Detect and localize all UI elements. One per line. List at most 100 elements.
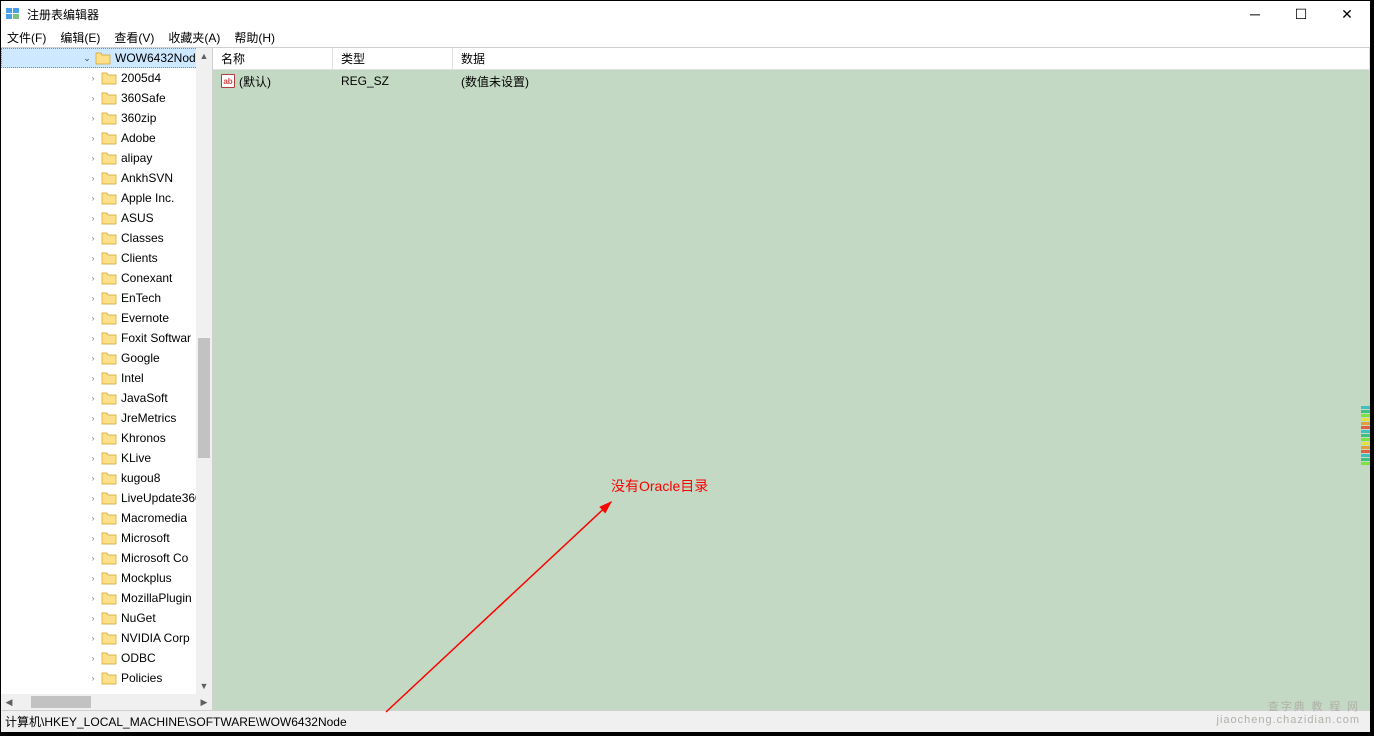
maximize-button[interactable]: ☐ [1278,1,1324,27]
tree-item[interactable]: ›Evernote [1,308,212,328]
folder-icon [101,191,117,205]
folder-icon [101,511,117,525]
tree-item[interactable]: ›Adobe [1,128,212,148]
tree-item[interactable]: ›Khronos [1,428,212,448]
column-type[interactable]: 类型 [333,48,453,69]
tree-item[interactable]: ›Apple Inc. [1,188,212,208]
column-data[interactable]: 数据 [453,48,1370,69]
chevron-right-icon[interactable]: › [87,613,99,623]
chevron-right-icon[interactable]: › [87,293,99,303]
chevron-right-icon[interactable]: › [87,233,99,243]
tree-item[interactable]: ›Microsoft Co [1,548,212,568]
chevron-right-icon[interactable]: › [87,113,99,123]
scroll-up-icon[interactable]: ▲ [196,48,212,64]
scroll-thumb[interactable] [198,338,210,458]
chevron-right-icon[interactable]: › [87,253,99,263]
folder-icon [101,611,117,625]
tree-item[interactable]: › 2005d4 [1,68,212,88]
chevron-right-icon[interactable]: › [87,93,99,103]
menu-favorites[interactable]: 收藏夹(A) [168,29,220,46]
chevron-right-icon[interactable]: › [87,473,99,483]
minimize-button[interactable]: ─ [1232,1,1278,27]
tree-item[interactable]: ›360Safe [1,88,212,108]
tree-item[interactable]: ›Google [1,348,212,368]
tree-item-label: NVIDIA Corp [121,631,190,645]
chevron-right-icon[interactable]: › [87,433,99,443]
chevron-right-icon[interactable]: › [87,513,99,523]
folder-icon [101,591,117,605]
menu-help[interactable]: 帮助(H) [234,29,275,46]
tree-item[interactable]: ›NuGet [1,608,212,628]
chevron-right-icon[interactable]: › [87,353,99,363]
tree-item-label: 2005d4 [121,71,161,85]
chevron-right-icon[interactable]: › [87,673,99,683]
tree-vertical-scrollbar[interactable]: ▲ ▼ [196,48,212,694]
chevron-right-icon[interactable]: › [87,213,99,223]
tree-item[interactable]: ›Clients [1,248,212,268]
tree-item[interactable]: ›ODBC [1,648,212,668]
tree-item[interactable]: ›Conexant [1,268,212,288]
chevron-right-icon[interactable]: › [87,553,99,563]
chevron-right-icon[interactable]: › [87,313,99,323]
tree-item[interactable]: ›JavaSoft [1,388,212,408]
tree-item-root[interactable]: ⌄ WOW6432Node [1,48,212,68]
chevron-right-icon[interactable]: › [87,493,99,503]
tree-item[interactable]: › Classes [1,228,212,248]
menu-edit[interactable]: 编辑(E) [60,29,100,46]
chevron-right-icon[interactable]: › [87,373,99,383]
column-name[interactable]: 名称 [213,48,333,69]
tree-item[interactable]: › Mockplus [1,568,212,588]
chevron-down-icon[interactable]: ⌄ [81,53,93,64]
tree-item[interactable]: ›Foxit Softwar [1,328,212,348]
list-row[interactable]: ab (默认) REG_SZ (数值未设置) [213,70,1370,92]
tree-item[interactable]: ›Intel [1,368,212,388]
tree-body[interactable]: ⌄ WOW6432Node › 2005d4 ›360Safe›360zip›Ado… [1,48,212,694]
chevron-right-icon[interactable]: › [87,193,99,203]
chevron-right-icon[interactable]: › [87,653,99,663]
scroll-down-icon[interactable]: ▼ [196,678,212,694]
tree-item[interactable]: ›360zip [1,108,212,128]
chevron-right-icon[interactable]: › [87,533,99,543]
chevron-right-icon[interactable]: › [87,573,99,583]
chevron-right-icon[interactable]: › [87,273,99,283]
tree-item[interactable]: ›MozillaPlugin [1,588,212,608]
folder-icon [101,391,117,405]
tree-item[interactable]: ›Policies [1,668,212,688]
close-button[interactable]: ✕ [1324,1,1370,27]
tree-horizontal-scrollbar[interactable]: ◀ ▶ [1,694,212,710]
chevron-right-icon[interactable]: › [87,333,99,343]
scroll-left-icon[interactable]: ◀ [1,694,17,710]
menu-file[interactable]: 文件(F) [7,29,46,46]
menu-view[interactable]: 查看(V) [114,29,154,46]
tree-item[interactable]: ›LiveUpdate360 [1,488,212,508]
tree-item[interactable]: ›kugou8 [1,468,212,488]
chevron-right-icon[interactable]: › [87,73,99,83]
tree-item[interactable]: › Macromedia [1,508,212,528]
chevron-right-icon[interactable]: › [87,633,99,643]
tree-item[interactable]: ›AnkhSVN [1,168,212,188]
folder-icon [101,451,117,465]
tree-item[interactable]: ›Microsoft [1,528,212,548]
tree-item[interactable]: ›KLive [1,448,212,468]
tree-item-label: Macromedia [121,511,187,525]
chevron-right-icon[interactable]: › [87,453,99,463]
watermark-line1: 查字典 教 程 网 [1268,698,1360,714]
tree-item[interactable]: ›EnTech [1,288,212,308]
folder-icon [101,631,117,645]
chevron-right-icon[interactable]: › [87,413,99,423]
chevron-right-icon[interactable]: › [87,133,99,143]
chevron-right-icon[interactable]: › [87,153,99,163]
chevron-right-icon[interactable]: › [87,593,99,603]
tree-item[interactable]: › NVIDIA Corp [1,628,212,648]
scroll-right-icon[interactable]: ▶ [196,694,212,710]
scroll-thumb[interactable] [31,696,91,708]
tree-item[interactable]: ›ASUS [1,208,212,228]
tree-item-label: Classes [121,231,164,245]
menubar: 文件(F) 编辑(E) 查看(V) 收藏夹(A) 帮助(H) [1,27,1370,47]
tree-item[interactable]: ›JreMetrics [1,408,212,428]
tree-item[interactable]: ›alipay [1,148,212,168]
chevron-right-icon[interactable]: › [87,173,99,183]
chevron-right-icon[interactable]: › [87,393,99,403]
folder-icon [101,211,117,225]
tree-item-label: Mockplus [121,571,172,585]
